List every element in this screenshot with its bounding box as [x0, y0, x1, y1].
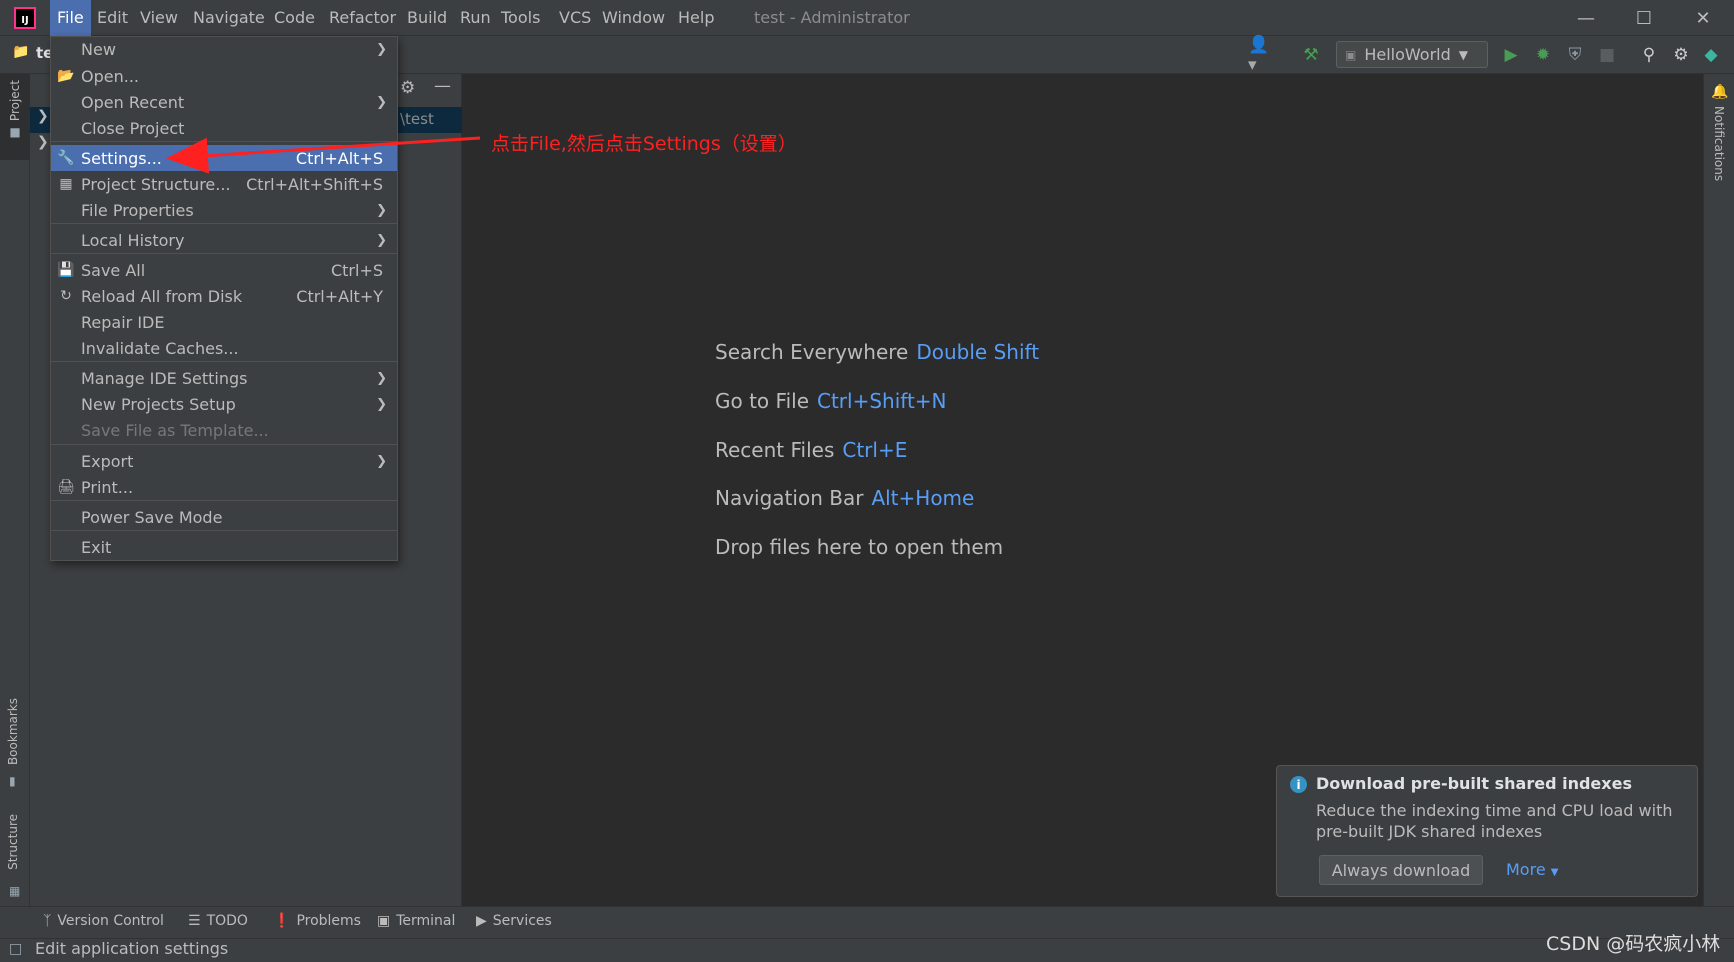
annotation-arrow — [166, 136, 481, 174]
annotation-text: 点击File,然后点击Settings（设置） — [491, 133, 797, 155]
